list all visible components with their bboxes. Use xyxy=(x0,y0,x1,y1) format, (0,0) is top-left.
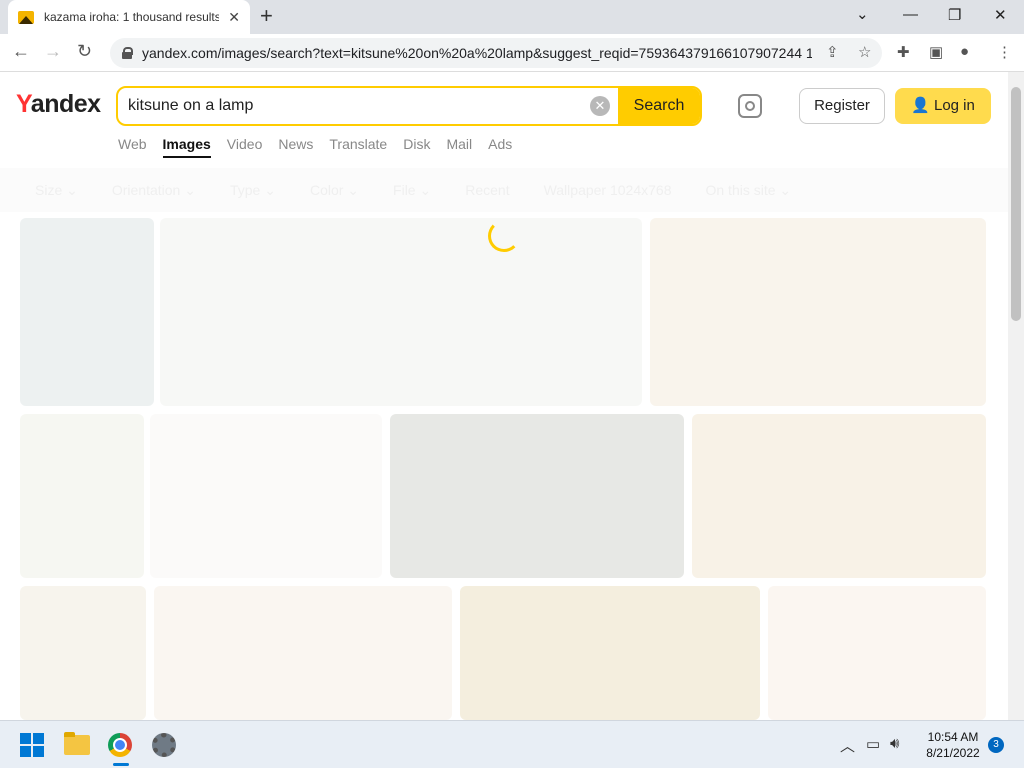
file-explorer-icon[interactable] xyxy=(64,732,90,755)
url-text[interactable]: yandex.com/images/search?text=kitsune%20… xyxy=(142,45,812,61)
browser-tab[interactable]: kazama iroha: 1 thousand results ✕ xyxy=(8,0,250,34)
page-content: Yandex ✕ Search Register 👤 Log in Web Ima… xyxy=(0,72,1008,720)
search-input[interactable] xyxy=(128,88,588,124)
nav-item-images[interactable]: Images xyxy=(162,136,211,158)
tab-search-icon[interactable]: ⌄ xyxy=(856,5,869,23)
chrome-icon[interactable] xyxy=(108,733,132,757)
minimize-button[interactable]: — xyxy=(903,6,918,23)
extensions-icon[interactable]: ✚ xyxy=(897,43,910,61)
system-clock[interactable]: 10:54 AM 8/21/2022 xyxy=(918,729,988,761)
restore-button[interactable]: ❐ xyxy=(948,6,961,24)
address-bar-row: ← → ↻ yandex.com/images/search?text=kits… xyxy=(0,34,1024,72)
search-box: ✕ Search xyxy=(116,86,702,126)
windows-taskbar: ︿ ▭ 🔊︎ 10:54 AM 8/21/2022 3 xyxy=(0,720,1024,768)
nav-item-mail[interactable]: Mail xyxy=(446,136,472,158)
login-button[interactable]: 👤 Log in xyxy=(895,88,991,124)
notification-badge[interactable]: 3 xyxy=(988,737,1004,753)
back-icon[interactable]: ← xyxy=(12,41,30,62)
clock-time: 10:54 AM xyxy=(927,730,979,744)
clock-date: 8/21/2022 xyxy=(926,746,980,760)
nav-item-web[interactable]: Web xyxy=(118,136,147,158)
page-scrollbar[interactable] xyxy=(1008,72,1024,720)
volume-icon[interactable]: 🔊︎ xyxy=(890,735,899,752)
tab-title: kazama iroha: 1 thousand results xyxy=(44,10,219,24)
reload-icon[interactable]: ↻ xyxy=(77,41,92,62)
register-button[interactable]: Register xyxy=(799,88,885,124)
tab-strip: kazama iroha: 1 thousand results ✕ + ⌄ —… xyxy=(0,0,1024,34)
active-app-indicator xyxy=(113,763,129,766)
settings-gear-icon[interactable] xyxy=(152,733,176,757)
lock-icon[interactable] xyxy=(122,47,133,59)
service-nav: Web Images Video News Translate Disk Mail Ads xyxy=(118,136,528,158)
network-icon[interactable]: ▭ xyxy=(866,735,880,753)
close-tab-icon[interactable]: ✕ xyxy=(228,9,240,26)
forward-icon[interactable]: → xyxy=(44,41,62,62)
omnibox[interactable]: yandex.com/images/search?text=kitsune%20… xyxy=(110,38,882,68)
bookmark-star-icon[interactable]: ☆ xyxy=(858,43,871,61)
menu-icon[interactable]: ⋮ xyxy=(997,43,1012,61)
profile-icon[interactable]: ● xyxy=(960,43,969,60)
close-window-button[interactable]: ✕ xyxy=(994,6,1007,24)
loading-spinner-icon xyxy=(488,220,520,252)
side-panel-icon[interactable]: ▣ xyxy=(929,43,943,61)
user-icon: 👤 xyxy=(911,97,934,114)
scrollbar-thumb[interactable] xyxy=(1011,87,1021,321)
yandex-logo[interactable]: Yandex xyxy=(16,90,101,119)
nav-item-news[interactable]: News xyxy=(278,136,313,158)
favicon-icon xyxy=(18,10,34,24)
nav-item-translate[interactable]: Translate xyxy=(329,136,387,158)
clear-search-icon[interactable]: ✕ xyxy=(590,96,610,116)
show-hidden-icons-icon[interactable]: ︿ xyxy=(840,735,855,756)
search-button[interactable]: Search xyxy=(618,88,700,124)
nav-item-video[interactable]: Video xyxy=(227,136,263,158)
nav-item-disk[interactable]: Disk xyxy=(403,136,430,158)
nav-item-ads[interactable]: Ads xyxy=(488,136,512,158)
windows-start-icon[interactable] xyxy=(20,733,44,757)
new-tab-button[interactable]: + xyxy=(260,5,273,27)
image-search-camera-icon[interactable] xyxy=(738,94,762,118)
share-icon[interactable]: ⇪ xyxy=(826,43,839,61)
